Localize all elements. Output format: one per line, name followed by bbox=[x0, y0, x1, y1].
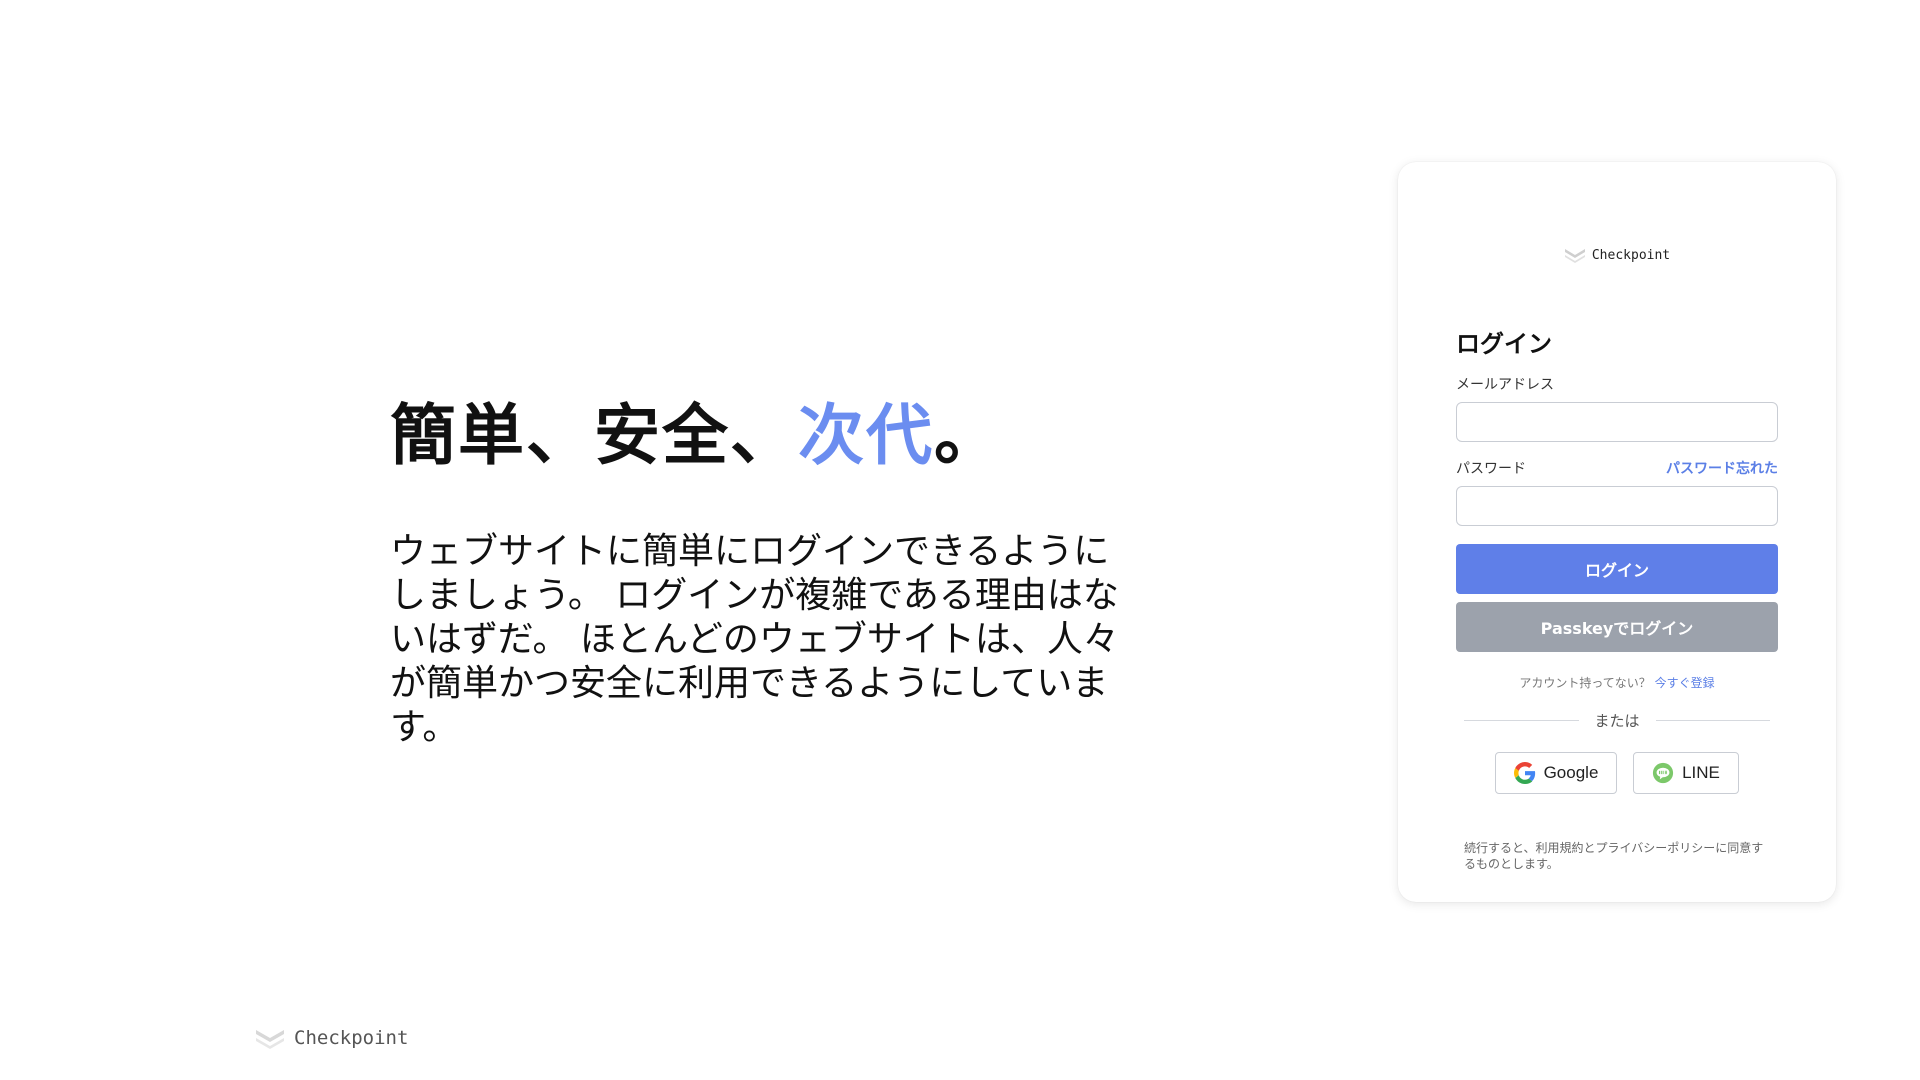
google-icon bbox=[1513, 762, 1535, 784]
checkpoint-logo-icon bbox=[1564, 249, 1585, 263]
or-text: または bbox=[1594, 712, 1640, 730]
login-title: ログイン bbox=[1456, 330, 1552, 358]
terms-notice: 続行すると、利用規約とプライバシーポリシーに同意するものとします。 bbox=[1464, 841, 1764, 871]
signup-prompt: アカウント持ってない？ 今すぐ登録 bbox=[1456, 674, 1778, 691]
password-field[interactable] bbox=[1456, 486, 1778, 526]
or-divider: または bbox=[1464, 710, 1771, 731]
forgot-password-link[interactable]: パスワード忘れた bbox=[1666, 458, 1778, 478]
email-field[interactable] bbox=[1456, 402, 1778, 442]
footer-brand-name: Checkpoint bbox=[294, 1027, 409, 1049]
signup-link[interactable]: 今すぐ登録 bbox=[1655, 676, 1715, 690]
footer-brand: Checkpoint bbox=[254, 1026, 408, 1050]
password-label: パスワード bbox=[1456, 461, 1526, 477]
divider-line bbox=[1464, 720, 1579, 721]
line-button-label: LINE bbox=[1682, 763, 1720, 782]
line-icon bbox=[1653, 762, 1674, 784]
passkey-login-button[interactable]: Passkeyでログイン bbox=[1456, 602, 1778, 652]
hero-description: ウェブサイトに簡単にログインできるようにしましょう。 ログインが複雑である理由は… bbox=[390, 531, 1119, 748]
google-login-button[interactable]: Google bbox=[1495, 752, 1617, 794]
divider-line bbox=[1655, 720, 1771, 721]
social-login-row: Google LINE bbox=[1456, 752, 1778, 794]
google-button-label: Google bbox=[1543, 763, 1599, 782]
signup-prompt-text: アカウント持ってない？ bbox=[1519, 676, 1651, 690]
login-button[interactable]: ログイン bbox=[1456, 544, 1778, 594]
hero-title-period: 。 bbox=[934, 397, 1002, 474]
email-label: メールアドレス bbox=[1456, 377, 1554, 393]
line-login-button[interactable]: LINE bbox=[1633, 752, 1739, 794]
card-brand: Checkpoint bbox=[1398, 246, 1836, 264]
checkpoint-logo-icon bbox=[256, 1030, 284, 1049]
hero-section: 簡単、安全、次代。 ウェブサイトに簡単にログインできるようにしましょう。 ログイ… bbox=[390, 390, 1150, 750]
login-page: 簡単、安全、次代。 ウェブサイトに簡単にログインできるようにしましょう。 ログイ… bbox=[0, 0, 1920, 1080]
hero-title-main: 簡単、安全、 bbox=[390, 397, 798, 474]
hero-title-accent: 次代 bbox=[798, 397, 934, 474]
card-brand-name: Checkpoint bbox=[1591, 247, 1671, 263]
login-card: Checkpoint ログイン メールアドレス パスワード パスワード忘れた ロ… bbox=[1398, 162, 1836, 902]
hero-title: 簡単、安全、次代。 bbox=[390, 390, 1150, 482]
